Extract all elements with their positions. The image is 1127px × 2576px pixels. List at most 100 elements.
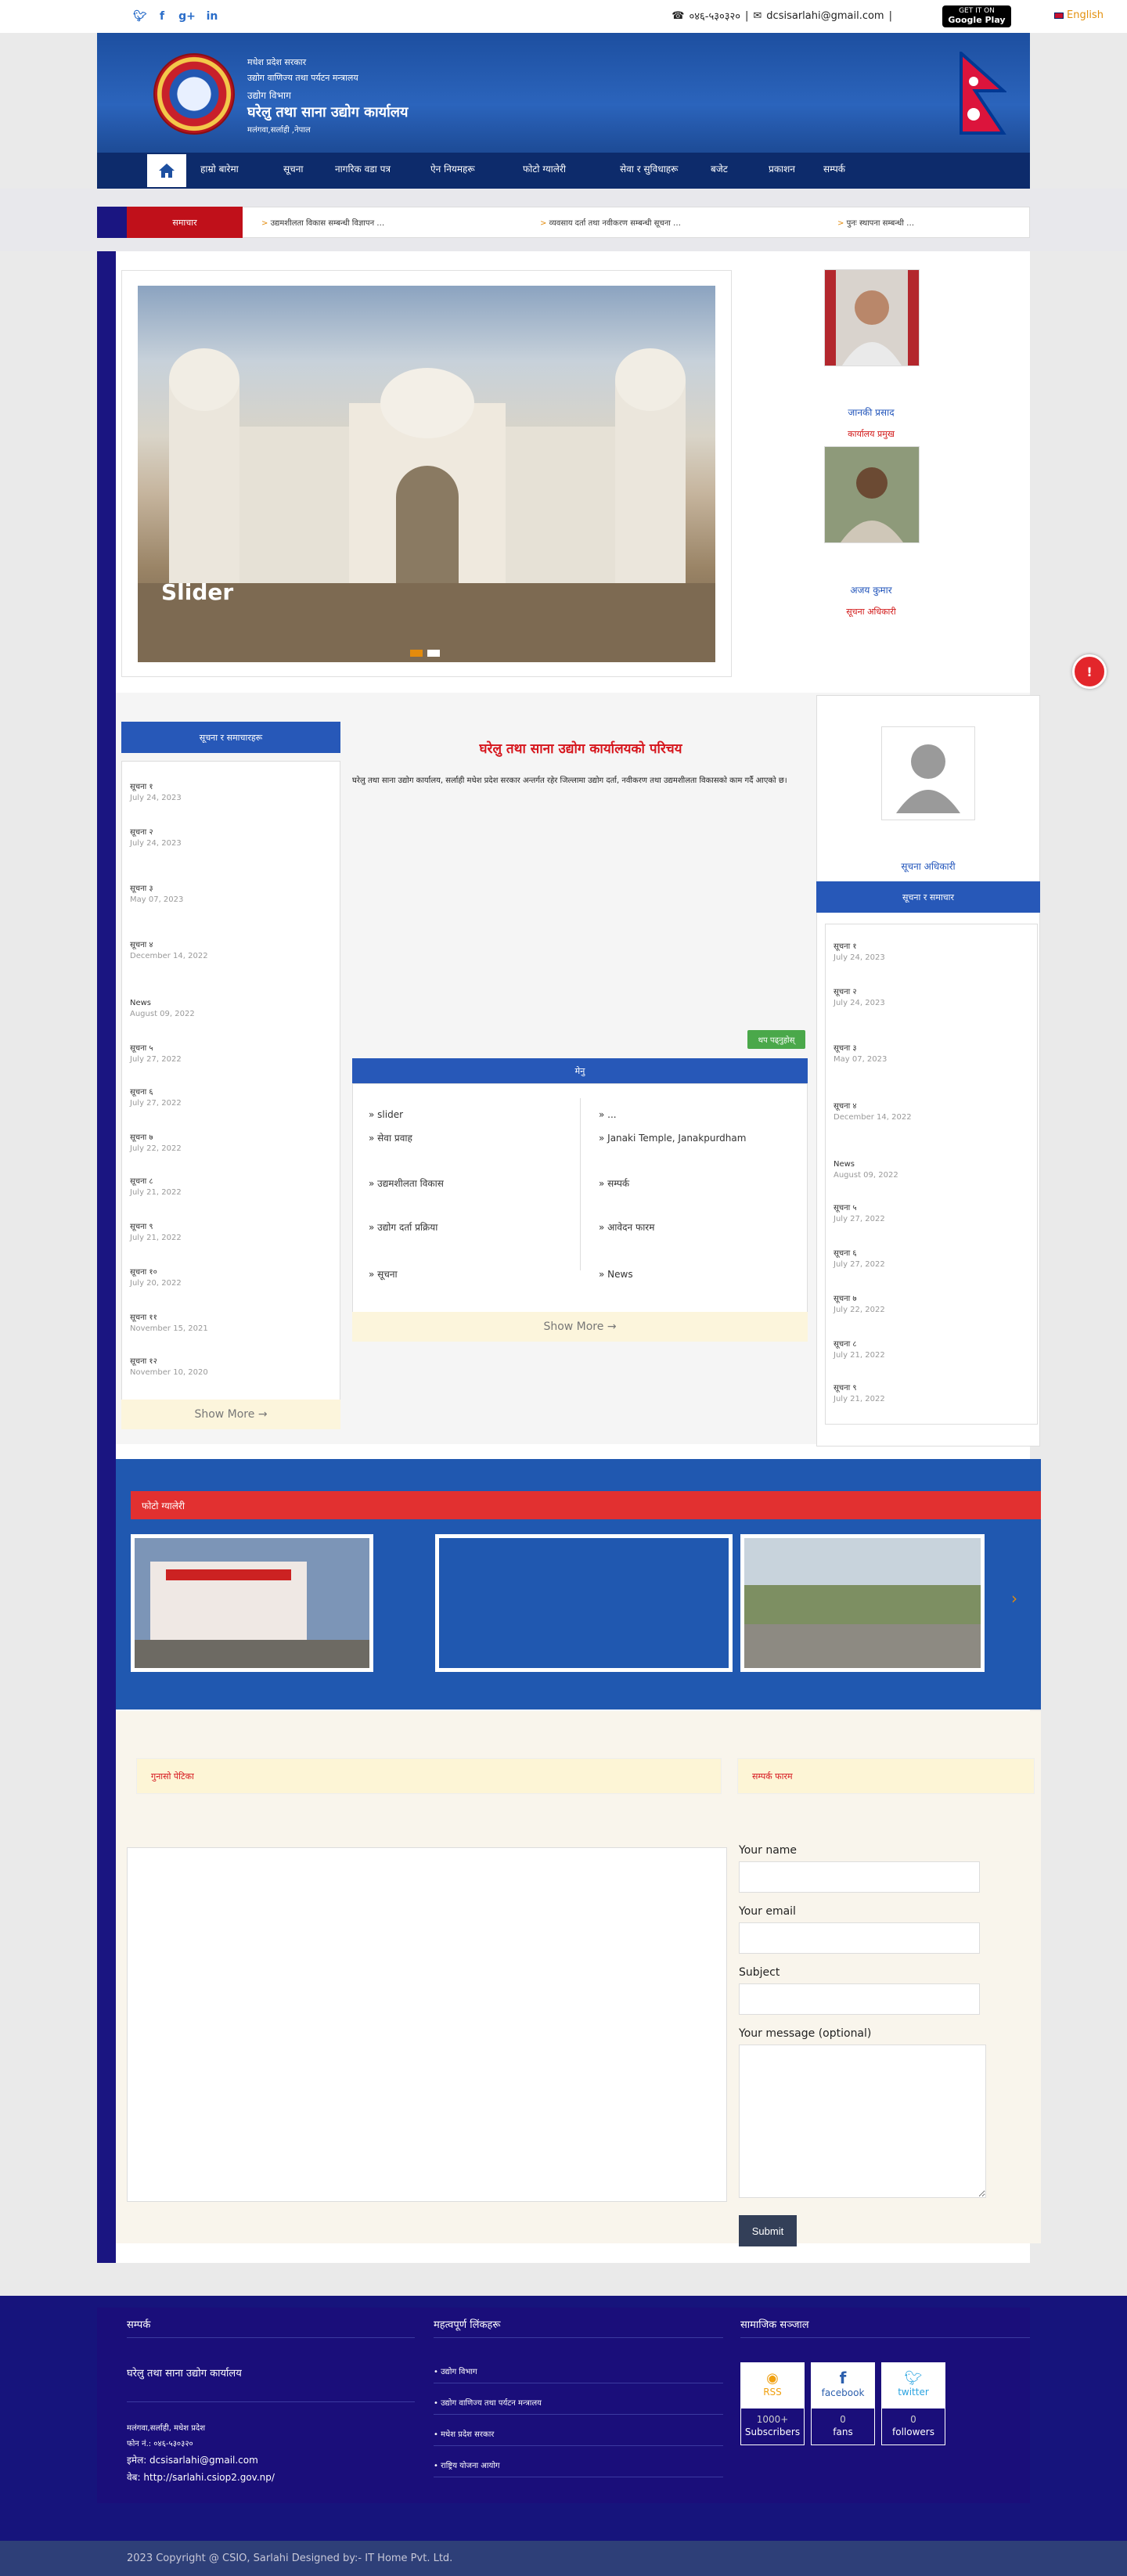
intro-body: घरेलु तथा साना उद्योग कार्यालय, सर्लाही … bbox=[352, 776, 787, 785]
gallery-image[interactable] bbox=[131, 1534, 373, 1672]
footer-link[interactable]: • उद्योग विभाग bbox=[434, 2365, 477, 2376]
news-item[interactable]: सूचना ९ July 21, 2022 bbox=[834, 1383, 1018, 1405]
menu-link[interactable]: » उद्योग दर्ता प्रक्रिया bbox=[369, 1220, 437, 1235]
left-show-more-button[interactable]: Show More → bbox=[121, 1400, 340, 1429]
news-item[interactable]: सूचना १० July 20, 2022 bbox=[130, 1267, 315, 1289]
nav-acts[interactable]: ऐन नियमहरू bbox=[430, 162, 475, 175]
footer-divider bbox=[740, 2337, 1030, 2338]
footer-link[interactable]: • उद्योग वाणिज्य तथा पर्यटन मन्त्रालय bbox=[434, 2397, 542, 2408]
email-input[interactable] bbox=[739, 1922, 980, 1954]
menu-show-more-button[interactable]: Show More → bbox=[352, 1312, 808, 1342]
nav-notice[interactable]: सूचना bbox=[283, 162, 304, 175]
facebook-box[interactable]: f facebook 0 fans bbox=[811, 2362, 875, 2445]
facebook-count: 0 fans bbox=[811, 2408, 875, 2445]
news-item[interactable]: सूचना ८ July 21, 2022 bbox=[834, 1339, 1018, 1361]
subject-input[interactable] bbox=[739, 1983, 980, 2015]
menu-link[interactable]: » ... bbox=[599, 1108, 617, 1122]
footer-link[interactable]: • मधेश प्रदेश सरकार bbox=[434, 2428, 494, 2439]
rss-box[interactable]: ◉ RSS 1000+ Subscribers bbox=[740, 2362, 805, 2445]
footer-email[interactable]: इमेल: dcsisarlahi@gmail.com bbox=[127, 2453, 258, 2466]
email-link[interactable]: dcsisarlahi@gmail.com bbox=[766, 10, 884, 22]
news-item[interactable]: सूचना २ July 24, 2023 bbox=[130, 827, 315, 849]
complaint-tab[interactable]: गुनासो पेटिका bbox=[136, 1758, 722, 1794]
contact-info: ☎ ०४६-५३०३२० | ✉ dcsisarlahi@gmail.com | bbox=[672, 9, 892, 23]
name-input[interactable] bbox=[739, 1861, 980, 1893]
footer-contact-title: सम्पर्क bbox=[127, 2319, 151, 2331]
footer-web[interactable]: वेब: http://sarlahi.csiop2.gov.np/ bbox=[127, 2470, 275, 2484]
menu-link[interactable]: » Janaki Temple, Janakpurdham bbox=[599, 1131, 746, 1146]
slider-dot[interactable] bbox=[427, 650, 440, 657]
news-item[interactable]: सूचना १ July 24, 2023 bbox=[834, 942, 1018, 964]
message-textarea[interactable] bbox=[739, 2045, 986, 2198]
facebook-icon[interactable]: f bbox=[153, 8, 171, 25]
nav-budget[interactable]: बजेट bbox=[711, 162, 728, 175]
read-more-button[interactable]: थप पढ्नुहोस् bbox=[747, 1030, 805, 1049]
name-label: Your name bbox=[739, 1844, 798, 1857]
ticker-item[interactable]: > व्यवसाय दर्ता तथा नवीकरण सम्बन्धी सूचन… bbox=[540, 217, 681, 228]
menu-link[interactable]: » slider bbox=[369, 1108, 403, 1122]
menu-link[interactable]: » सेवा प्रवाह bbox=[369, 1131, 412, 1146]
nav-publication[interactable]: प्रकाशन bbox=[769, 162, 795, 175]
linkedin-icon[interactable]: in bbox=[203, 8, 221, 25]
menu-link[interactable]: » आवेदन फारम bbox=[599, 1220, 654, 1235]
ticker-item[interactable]: > पुनः स्थापना सम्बन्धी … bbox=[837, 217, 914, 228]
gallery-image[interactable] bbox=[435, 1534, 733, 1672]
google-plus-icon[interactable]: g+ bbox=[178, 8, 196, 25]
news-item[interactable]: सूचना ५ July 27, 2022 bbox=[130, 1043, 315, 1065]
nav-about[interactable]: हाम्रो बारेमा bbox=[200, 162, 239, 175]
news-item[interactable]: सूचना ७ July 22, 2022 bbox=[834, 1294, 1018, 1316]
nepal-emblem-logo[interactable] bbox=[153, 53, 235, 135]
news-item[interactable]: सूचना ४ December 14, 2022 bbox=[834, 1101, 1018, 1123]
news-item[interactable]: सूचना १२ November 10, 2020 bbox=[130, 1356, 315, 1378]
footer-divider bbox=[434, 2414, 723, 2415]
home-icon[interactable] bbox=[147, 154, 186, 187]
slider-dot-active[interactable] bbox=[410, 650, 423, 657]
notification-button[interactable]: ! bbox=[1072, 654, 1107, 689]
footer-link[interactable]: • राष्ट्रिय योजना आयोग bbox=[434, 2459, 500, 2470]
nav-services[interactable]: सेवा र सुविधाहरू bbox=[620, 162, 679, 175]
message-label: Your message (optional) bbox=[739, 2027, 872, 2040]
right-news-header: सूचना र समाचार bbox=[816, 881, 1040, 913]
language-switch[interactable]: English bbox=[1053, 9, 1104, 21]
ticker-accent bbox=[97, 207, 127, 238]
news-item[interactable]: सूचना ९ July 21, 2022 bbox=[130, 1222, 315, 1244]
news-item[interactable]: सूचना ३ May 07, 2023 bbox=[834, 1043, 1018, 1065]
news-item[interactable]: सूचना ६ July 27, 2022 bbox=[130, 1087, 315, 1109]
news-item[interactable]: News August 09, 2022 bbox=[834, 1159, 1018, 1181]
gallery-image[interactable] bbox=[740, 1534, 985, 1672]
menu-link[interactable]: » News bbox=[599, 1267, 633, 1282]
nav-contact[interactable]: सम्पर्क bbox=[823, 162, 845, 175]
news-item[interactable]: सूचना ५ July 27, 2022 bbox=[834, 1203, 1018, 1225]
twitter-icon[interactable]: 🐦︎ bbox=[131, 8, 149, 25]
nav-citizen-charter[interactable]: नागरिक वडा पत्र bbox=[335, 162, 391, 175]
twitter-icon: 🐦︎ bbox=[904, 2370, 923, 2387]
left-news-header: सूचना र समाचारहरू bbox=[121, 722, 340, 753]
twitter-box[interactable]: 🐦︎ twitter 0 followers bbox=[881, 2362, 945, 2445]
slider-image[interactable] bbox=[138, 286, 715, 662]
submit-button[interactable]: Submit bbox=[739, 2215, 797, 2246]
official-name: अजय कुमार bbox=[850, 585, 892, 596]
contact-form-tab[interactable]: सम्पर्क फारम bbox=[737, 1758, 1035, 1794]
gallery-next-arrow[interactable]: › bbox=[1011, 1589, 1017, 1608]
header-line2: उद्योग वाणिज्य तथा पर्यटन मन्त्रालय bbox=[247, 73, 358, 83]
news-item[interactable]: सूचना ११ November 15, 2021 bbox=[130, 1313, 315, 1335]
header-line1: मधेश प्रदेश सरकार bbox=[247, 57, 307, 67]
news-item[interactable]: सूचना ७ July 22, 2022 bbox=[130, 1133, 315, 1155]
google-play-badge[interactable]: GET IT ON Google Play bbox=[942, 5, 1011, 27]
slider-caption: Slider bbox=[161, 579, 234, 605]
phone-icon: ☎ bbox=[672, 9, 685, 22]
menu-link[interactable]: » उद्यमशीलता विकास bbox=[369, 1176, 444, 1191]
subject-label: Subject bbox=[739, 1966, 780, 1979]
news-item[interactable]: सूचना ८ July 21, 2022 bbox=[130, 1176, 315, 1198]
menu-link[interactable]: » सम्पर्क bbox=[599, 1176, 629, 1191]
news-item[interactable]: News August 09, 2022 bbox=[130, 998, 315, 1020]
news-item[interactable]: सूचना २ July 24, 2023 bbox=[834, 987, 1018, 1009]
ticker-item[interactable]: > उद्यमशीलता विकास सम्बन्धी विज्ञापन … bbox=[261, 217, 384, 228]
news-item[interactable]: सूचना १ July 24, 2023 bbox=[130, 782, 315, 804]
news-item[interactable]: सूचना ४ December 14, 2022 bbox=[130, 940, 315, 962]
news-item[interactable]: सूचना ६ July 27, 2022 bbox=[834, 1248, 1018, 1270]
copyright: 2023 Copyright @ CSIO, Sarlahi Designed … bbox=[0, 2541, 1127, 2576]
nav-photo-gallery[interactable]: फोटो ग्यालेरी bbox=[523, 162, 566, 175]
news-item[interactable]: सूचना ३ May 07, 2023 bbox=[130, 884, 315, 906]
menu-link[interactable]: » सूचना bbox=[369, 1267, 398, 1282]
